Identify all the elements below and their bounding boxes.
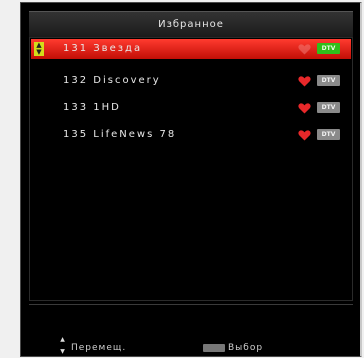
header-title: Избранное (158, 19, 224, 30)
channel-label: 135 LifeNews 78 (63, 129, 177, 140)
move-hint: ▲ ▼ Перемещ. (59, 337, 127, 355)
channel-row-133[interactable]: 133 1HD DTV (31, 98, 351, 118)
favorites-panel: Избранное ▲ ▼ 131 Звезда DTV 132 Discover… (20, 2, 362, 357)
dtv-badge: DTV (317, 102, 340, 113)
select-label: Выбор (228, 343, 264, 353)
channel-label: 131 Звезда (63, 43, 143, 54)
key-hints: ▲ ▼ Перемещ. Выбор (21, 333, 360, 358)
heart-icon (298, 76, 311, 87)
channel-row-135[interactable]: 135 LifeNews 78 DTV (31, 125, 351, 145)
dtv-badge: DTV (317, 75, 340, 86)
page-title: Избранное (29, 11, 353, 37)
ok-key-icon (203, 344, 225, 352)
dtv-badge: DTV (317, 43, 340, 54)
heart-icon (298, 130, 311, 141)
move-handle-icon[interactable]: ▲ ▼ (34, 42, 44, 56)
channel-list: ▲ ▼ 131 Звезда DTV 132 Discovery DTV 133 … (29, 37, 353, 301)
heart-icon (298, 103, 311, 114)
move-label: Перемещ. (71, 343, 127, 353)
select-hint: Выбор (203, 343, 263, 353)
channel-row-131[interactable]: ▲ ▼ 131 Звезда DTV (31, 39, 351, 59)
up-down-arrows-icon: ▲ ▼ (60, 336, 66, 355)
channel-label: 133 1HD (63, 102, 121, 113)
channel-label: 132 Discovery (63, 75, 161, 86)
channel-row-132[interactable]: 132 Discovery DTV (31, 71, 351, 91)
divider (29, 304, 353, 305)
dtv-badge: DTV (317, 129, 340, 140)
heart-icon (298, 44, 311, 55)
